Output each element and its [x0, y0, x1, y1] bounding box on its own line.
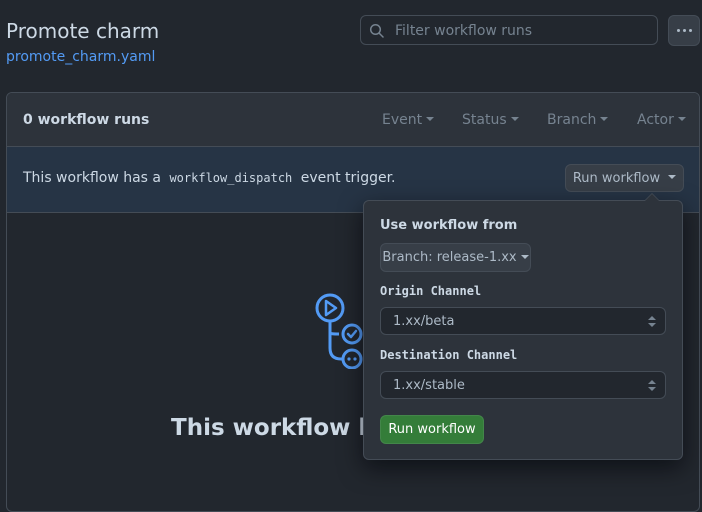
run-workflow-submit-button[interactable]: Run workflow: [380, 415, 484, 444]
filter-event[interactable]: Event: [382, 112, 435, 128]
run-workflow-dropdown-button[interactable]: Run workflow: [565, 164, 684, 192]
caret-down-icon: [677, 117, 686, 121]
origin-channel-select[interactable]: 1.xx/beta: [380, 307, 666, 335]
use-workflow-from-label: Use workflow from: [380, 218, 518, 233]
destination-channel-value: 1.xx/stable: [393, 378, 465, 393]
select-arrows-icon: [648, 316, 656, 328]
filter-branch[interactable]: Branch: [547, 112, 609, 128]
origin-channel-label: Origin Channel: [380, 284, 482, 298]
caret-down-icon: [426, 117, 435, 121]
page-title: Promote charm: [6, 19, 160, 43]
search-input[interactable]: [393, 16, 655, 46]
caret-down-icon: [510, 117, 519, 121]
kebab-horizontal-icon: [676, 29, 680, 32]
filter-runs-search[interactable]: [360, 15, 658, 46]
caret-down-icon: [600, 117, 609, 121]
filter-actor[interactable]: Actor: [637, 112, 686, 128]
runs-count: 0 workflow runs: [23, 112, 150, 128]
dispatch-text: This workflow has a workflow_dispatch ev…: [23, 170, 396, 186]
filter-status[interactable]: Status: [462, 112, 519, 128]
workflow-icon: [315, 293, 363, 369]
origin-channel-value: 1.xx/beta: [393, 314, 455, 329]
branch-select-button[interactable]: Branch: release-1.xx: [380, 243, 531, 272]
destination-channel-label: Destination Channel: [380, 348, 518, 362]
search-icon: [369, 23, 384, 38]
dispatch-code: workflow_dispatch: [169, 171, 293, 185]
workflow-file-link[interactable]: promote_charm.yaml: [6, 49, 155, 65]
more-options-button[interactable]: [668, 15, 700, 46]
caret-down-icon: [668, 175, 677, 179]
select-arrows-icon: [648, 380, 656, 392]
run-workflow-popover: Use workflow from Branch: release-1.xx O…: [363, 193, 683, 460]
destination-channel-select[interactable]: 1.xx/stable: [380, 371, 666, 399]
runs-header: 0 workflow runs Event Status Branch Acto…: [7, 93, 699, 147]
caret-down-icon: [520, 254, 529, 259]
